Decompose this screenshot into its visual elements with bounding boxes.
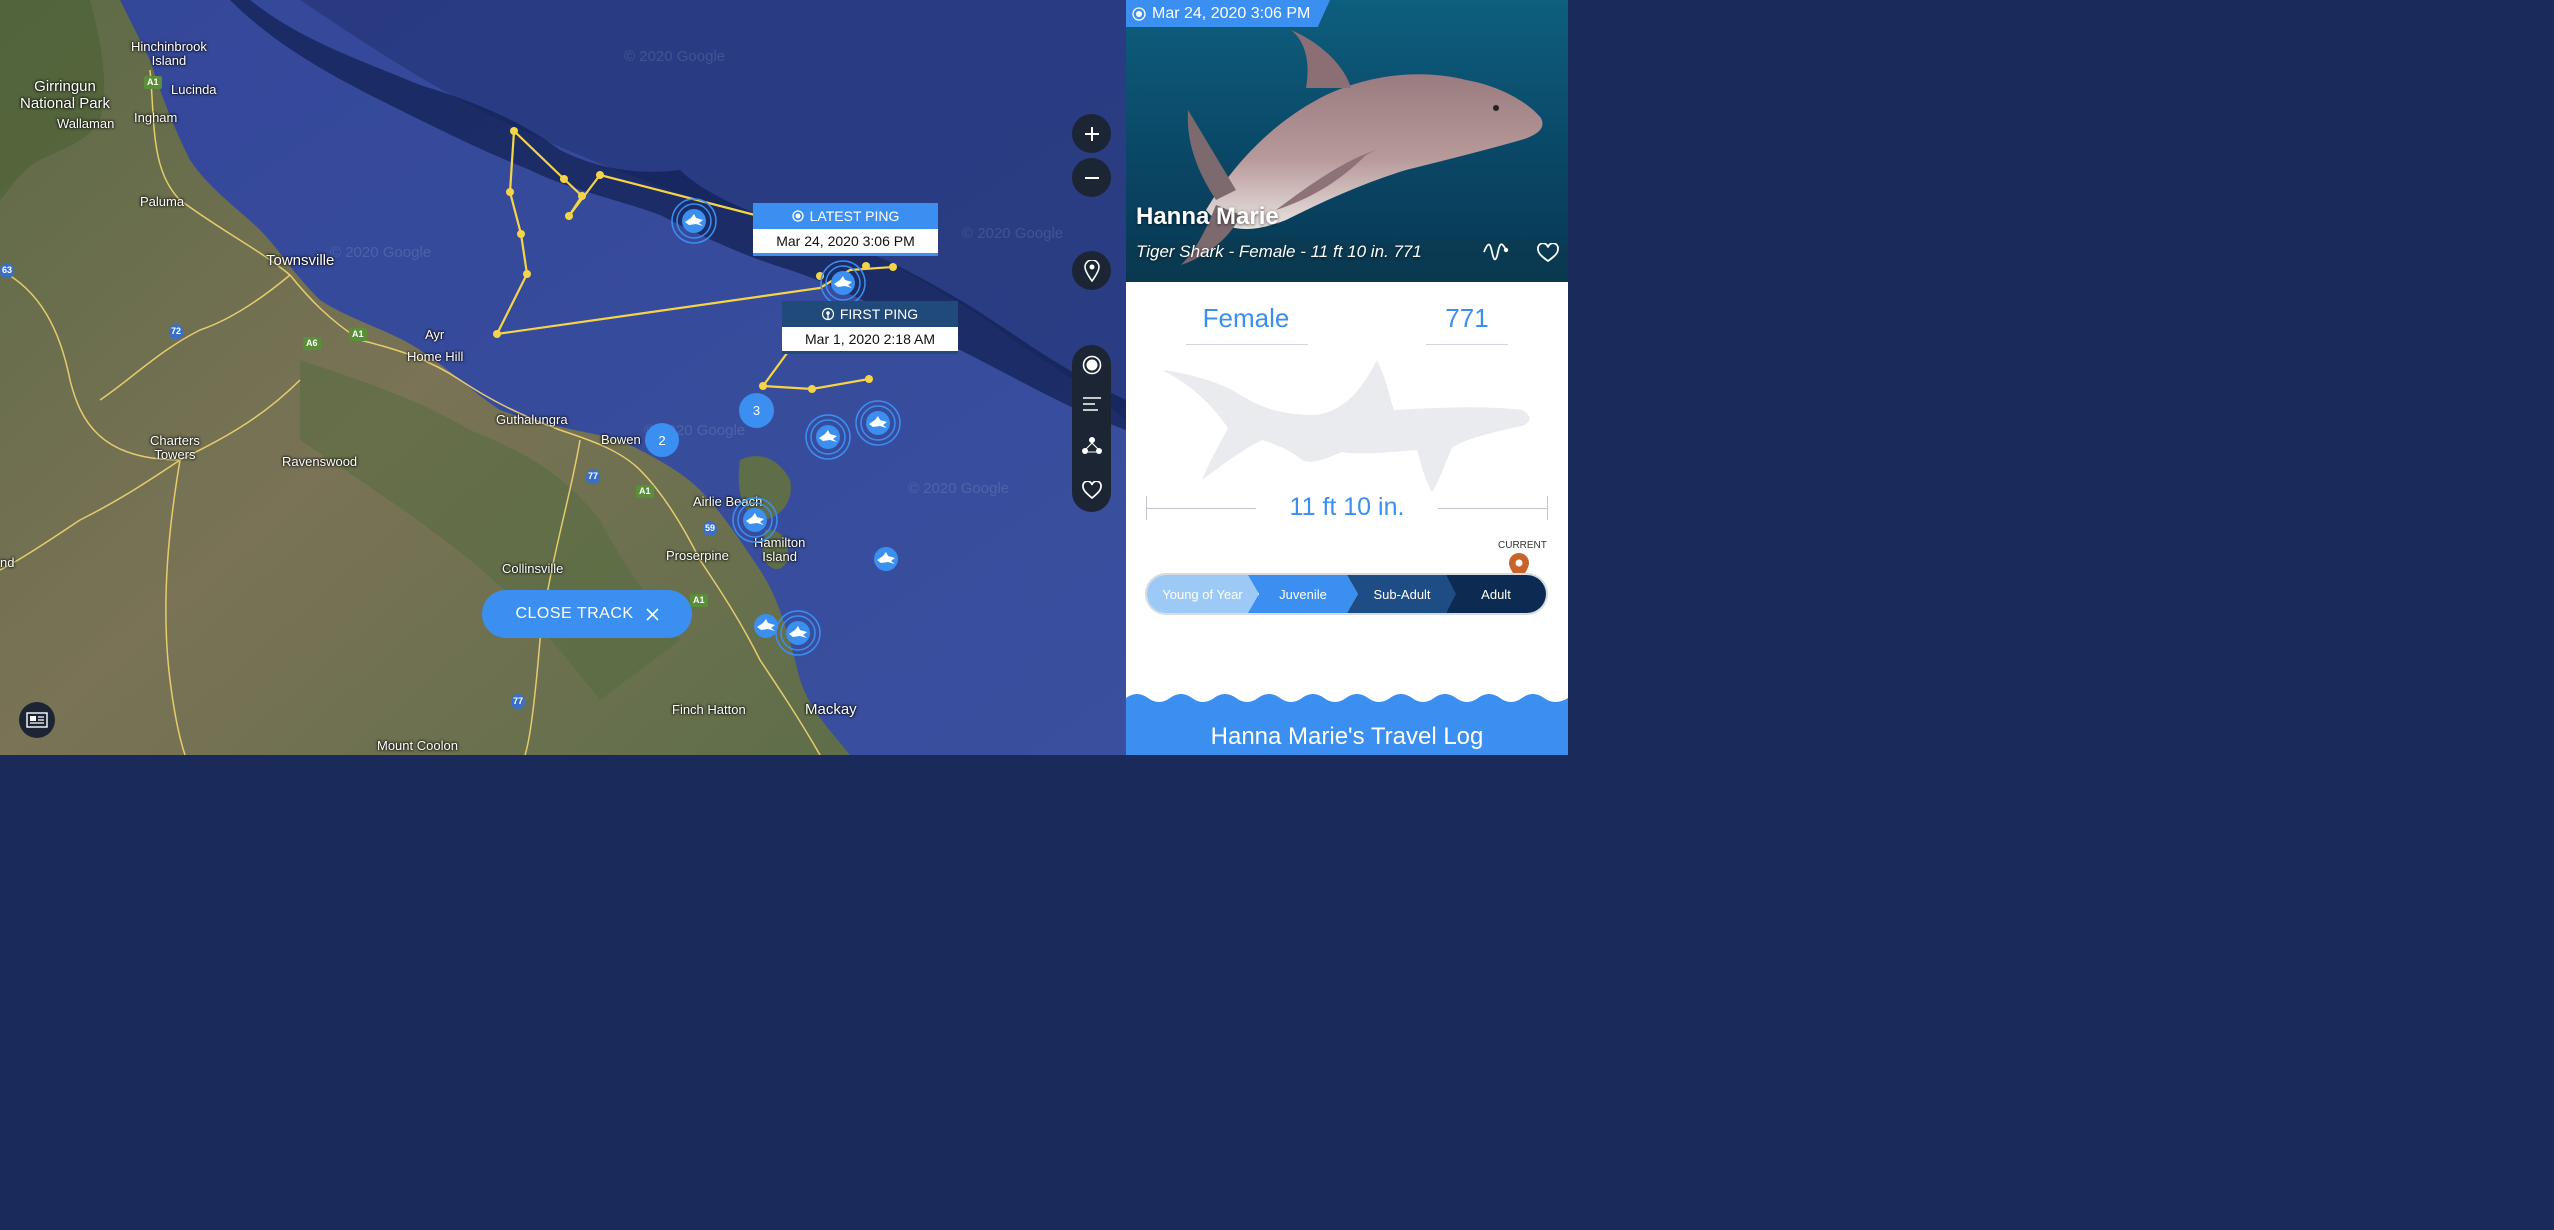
place-label: Ingham [134, 110, 178, 125]
place-label: Collinsville [502, 561, 564, 576]
shark-detail-panel: Mar 24, 2020 3:06 PM Hanna Marie Tiger S… [1126, 0, 1568, 755]
road-shield: A6 [303, 337, 321, 350]
place-label: Girringun National Park [20, 78, 111, 112]
close-icon [645, 607, 659, 621]
travel-log-title[interactable]: Hanna Marie's Travel Log [1126, 723, 1568, 751]
tag-number-value: 771 [1445, 303, 1489, 333]
shark-marker[interactable] [872, 545, 900, 573]
stage-adult: Adult [1446, 575, 1546, 613]
header-date: Mar 24, 2020 3:06 PM [1152, 4, 1311, 22]
target-icon [1132, 6, 1146, 21]
road-shield: 77 [511, 694, 525, 709]
shark-marker[interactable] [803, 412, 853, 462]
map-watermark: © 2020 Google [908, 480, 1010, 497]
place-label: Paluma [140, 194, 185, 209]
newspaper-icon [26, 712, 48, 728]
map-tools [1072, 345, 1111, 512]
road-shield: A1 [636, 485, 654, 498]
latest-ping-date: Mar 24, 2020 3:06 PM [753, 229, 938, 256]
minus-icon [1084, 176, 1099, 179]
place-label: Hinchinbrook Island [131, 39, 207, 68]
location-button[interactable] [1072, 251, 1111, 290]
road-shield: A1 [144, 76, 162, 89]
shark-marker[interactable] [669, 196, 719, 246]
ping-icon [821, 307, 834, 321]
latest-ping-label: LATEST PING [809, 208, 900, 224]
place-label: Finch Hatton [672, 702, 746, 717]
shark-marker[interactable] [752, 612, 780, 640]
heart-icon[interactable] [1537, 243, 1559, 263]
list-icon [1082, 397, 1101, 411]
track-icon[interactable] [1482, 240, 1510, 262]
place-label: Townsville [266, 252, 335, 269]
stage-juvenile: Juvenile [1248, 575, 1358, 613]
zoom-in-button[interactable] [1072, 114, 1111, 153]
place-label: Proserpine [666, 548, 729, 563]
place-label: Home Hill [407, 349, 464, 364]
first-ping-popup: FIRST PING Mar 1, 2020 2:18 AM [782, 301, 958, 354]
shark-marker[interactable] [853, 398, 903, 448]
gender-value: Female [1202, 303, 1290, 333]
place-label: Mount Coolon [377, 738, 458, 753]
shark-silhouette [1162, 360, 1530, 492]
place-label: Lucinda [171, 82, 217, 97]
place-label: Guthalungra [496, 412, 568, 427]
news-button[interactable] [19, 702, 55, 738]
stage-young-of-year: Young of Year [1147, 575, 1258, 613]
cluster-marker[interactable]: 3 [739, 393, 774, 428]
target-icon [1082, 355, 1101, 375]
length-scale-line [1438, 508, 1548, 509]
map-watermark: © 2020 Google [962, 225, 1064, 242]
place-label: Charters Towers [150, 433, 200, 462]
stage-sub-adult: Sub-Adult [1347, 575, 1457, 613]
life-stage-bar: Young of Year Juvenile Sub-Adult Adult [1147, 575, 1546, 613]
target-icon [791, 210, 804, 222]
heart-icon [1081, 481, 1102, 499]
place-label: Ravenswood [282, 454, 358, 469]
road-shield: A1 [690, 594, 708, 607]
cluster-icon [1081, 437, 1102, 454]
cluster-toggle[interactable] [1072, 431, 1111, 461]
plus-icon [1084, 126, 1099, 141]
road-shield: 72 [169, 324, 183, 339]
zoom-out-button[interactable] [1072, 158, 1111, 197]
latest-ping-tag: Mar 24, 2020 3:06 PM [1126, 0, 1330, 27]
location-pin-icon [1083, 259, 1100, 282]
current-stage-label: CURRENT [1498, 540, 1547, 551]
sharks-toggle[interactable] [1072, 350, 1111, 380]
shark-subtitle: Tiger Shark - Female - 11 ft 10 in. 771 [1136, 242, 1422, 261]
shark-marker[interactable] [730, 495, 780, 545]
road-shield: A1 [349, 328, 367, 341]
road-shield: 59 [703, 521, 717, 536]
list-toggle[interactable] [1072, 389, 1111, 419]
road-shield: 63 [0, 263, 14, 278]
shark-photo: Mar 24, 2020 3:06 PM Hanna Marie Tiger S… [1126, 0, 1568, 282]
road-shield: 77 [586, 469, 600, 484]
divider [1186, 344, 1308, 345]
close-track-button[interactable]: CLOSE TRACK [482, 590, 692, 638]
first-ping-label: FIRST PING [839, 306, 919, 322]
shark-marker[interactable] [773, 608, 823, 658]
length-scale-tick [1547, 496, 1548, 520]
close-track-label: CLOSE TRACK [515, 605, 634, 622]
favorites-toggle[interactable] [1072, 475, 1111, 505]
place-label: Ayr [425, 327, 445, 342]
shark-name: Hanna Marie [1136, 203, 1279, 230]
first-ping-date: Mar 1, 2020 2:18 AM [782, 327, 958, 354]
map-watermark: © 2020 Google [624, 48, 726, 65]
place-label: Wallaman [57, 116, 115, 131]
cluster-marker[interactable]: 2 [645, 423, 679, 457]
latest-ping-popup: LATEST PING Mar 24, 2020 3:06 PM [753, 203, 938, 256]
place-label: nd [0, 555, 15, 570]
map-view[interactable]: © 2020 Google © 2020 Google © 2020 Googl… [0, 0, 1126, 755]
place-label: Mackay [805, 701, 857, 718]
map-watermark: © 2020 Google [330, 244, 432, 261]
place-label: Bowen [601, 432, 641, 447]
divider [1426, 344, 1508, 345]
